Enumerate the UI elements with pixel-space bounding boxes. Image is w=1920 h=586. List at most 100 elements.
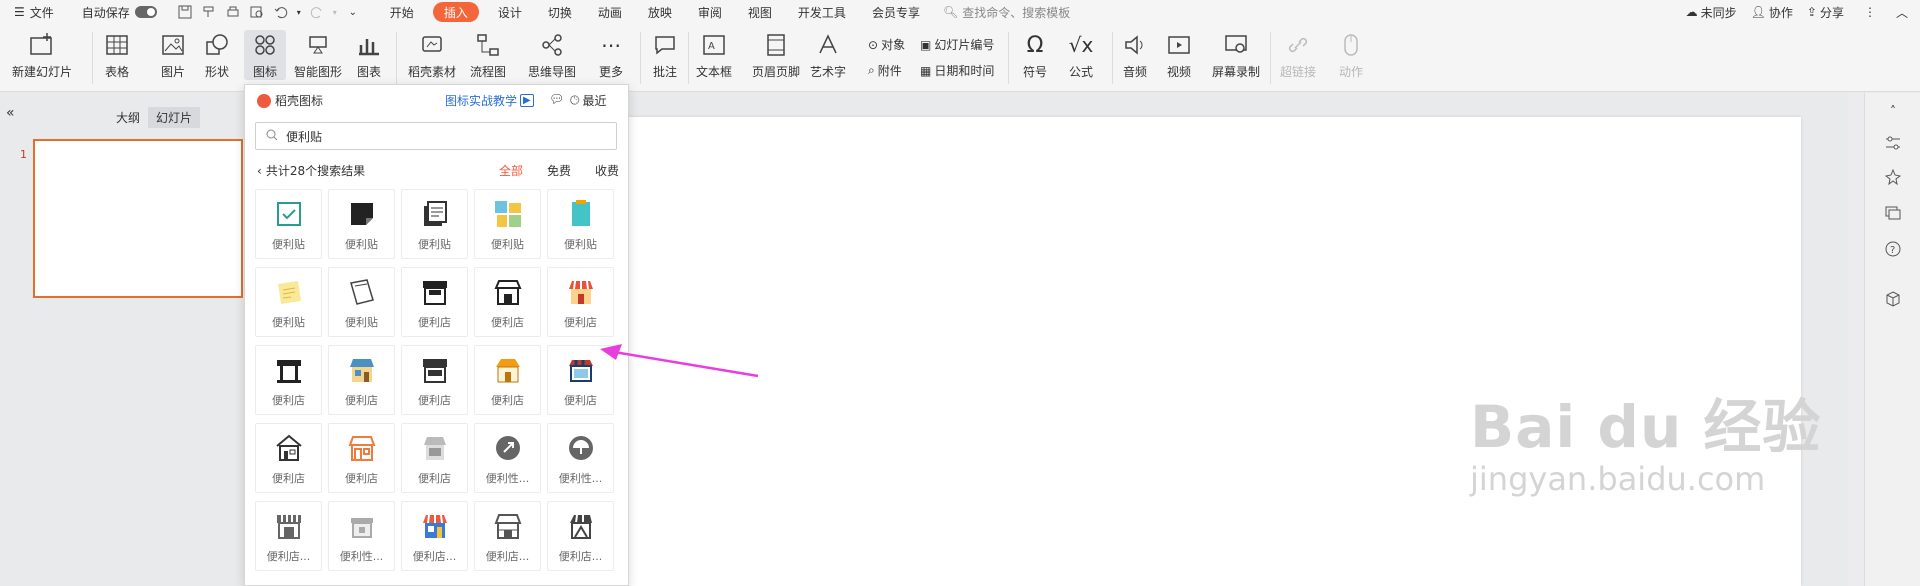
date-time-button[interactable]: ▦ 日期和时间 bbox=[920, 62, 994, 79]
action-button[interactable]: 动作 bbox=[1336, 30, 1366, 80]
screen-record-button[interactable]: 屏幕录制 bbox=[1212, 30, 1260, 80]
vertical-scrollbar[interactable] bbox=[1848, 93, 1864, 586]
video-button[interactable]: 视频 bbox=[1164, 30, 1194, 80]
icon-result-item[interactable]: 便利性... bbox=[328, 501, 395, 571]
command-search[interactable]: 🔍︎ 查找命令、搜索模板 bbox=[943, 0, 1070, 24]
save-icon[interactable] bbox=[175, 2, 195, 22]
more-button[interactable]: ⋯ 更多 bbox=[596, 30, 626, 80]
collapse-ribbon-icon[interactable]: ︿ bbox=[1896, 4, 1908, 21]
slide-canvas[interactable] bbox=[627, 117, 1801, 586]
smartart-button[interactable]: 智能图形 bbox=[294, 30, 342, 80]
icon-result-item[interactable]: 便利贴 bbox=[328, 267, 395, 337]
icon-result-item[interactable]: 便利店 bbox=[401, 345, 468, 415]
wordart-button[interactable]: 艺术字 bbox=[810, 30, 846, 80]
help-icon[interactable]: ? bbox=[1883, 239, 1903, 259]
file-menu[interactable]: ☰ 文件 bbox=[14, 0, 54, 24]
tab-design[interactable]: 设计 bbox=[485, 0, 535, 24]
icon-result-item[interactable]: 便利贴 bbox=[547, 189, 614, 259]
hyperlink-button[interactable]: 超链接 bbox=[1280, 30, 1316, 80]
symbol-button[interactable]: Ω 符号 bbox=[1020, 30, 1050, 80]
autosave-toggle[interactable]: 自动保存 bbox=[82, 0, 157, 24]
collapse-up-icon[interactable]: ˄ bbox=[1883, 101, 1903, 121]
filter-paid[interactable]: 收费 bbox=[595, 162, 619, 179]
undo-dropdown-icon[interactable]: ▾ bbox=[295, 2, 303, 22]
tab-insert[interactable]: 插入 bbox=[432, 2, 479, 22]
tab-transitions[interactable]: 切换 bbox=[535, 0, 585, 24]
icon-result-item[interactable]: 便利店 bbox=[255, 423, 322, 493]
table-button[interactable]: 表格 bbox=[102, 30, 132, 80]
tab-view[interactable]: 视图 bbox=[735, 0, 785, 24]
tab-slideshow[interactable]: 放映 bbox=[635, 0, 685, 24]
material-button[interactable]: 稻壳素材 bbox=[408, 30, 456, 80]
icon-result-item[interactable]: 便利店... bbox=[401, 501, 468, 571]
cube-icon[interactable] bbox=[1883, 289, 1903, 309]
icon-result-item[interactable]: 便利店... bbox=[474, 501, 541, 571]
shape-button[interactable]: 形状 bbox=[202, 30, 232, 80]
transition-icon[interactable] bbox=[1883, 203, 1903, 223]
tab-home[interactable]: 开始 bbox=[377, 0, 427, 24]
tab-developer[interactable]: 开发工具 bbox=[785, 0, 859, 24]
formula-button[interactable]: √x 公式 bbox=[1066, 30, 1096, 80]
slide-thumbnail[interactable] bbox=[33, 139, 243, 298]
picture-button[interactable]: 图片 bbox=[158, 30, 188, 80]
sync-status[interactable]: ☁ 未同步 bbox=[1686, 0, 1737, 24]
slide-number-button[interactable]: ▣ 幻灯片编号 bbox=[920, 36, 994, 53]
icon-result-item[interactable]: 便利店 bbox=[328, 345, 395, 415]
tab-outline[interactable]: 大纲 bbox=[108, 107, 148, 128]
icon-result-item[interactable]: 便利店 bbox=[328, 423, 395, 493]
recent-button[interactable]: 🕒︎ 最近 bbox=[570, 92, 607, 109]
icon-result-item[interactable]: 便利贴 bbox=[401, 189, 468, 259]
icon-result-item[interactable]: 便利店 bbox=[401, 423, 468, 493]
icon-result-item[interactable]: 便利店... bbox=[255, 501, 322, 571]
icon-search-box[interactable] bbox=[255, 122, 617, 150]
object-button[interactable]: ⊙ 对象 bbox=[868, 36, 905, 53]
properties-icon[interactable] bbox=[1883, 133, 1903, 153]
watermark-url: jingyan.baidu.com bbox=[1470, 460, 1766, 498]
header-footer-button[interactable]: 页眉页脚 bbox=[752, 30, 800, 80]
mindmap-button[interactable]: 思维导图 bbox=[528, 30, 576, 80]
icon-result-item[interactable]: 便利店 bbox=[474, 345, 541, 415]
icon-result-item[interactable]: 便利贴 bbox=[255, 267, 322, 337]
share-button[interactable]: ⇪ 分享 bbox=[1807, 0, 1844, 24]
icon-result-item[interactable]: 便利店 bbox=[547, 267, 614, 337]
icon-result-item[interactable]: 便利贴 bbox=[255, 189, 322, 259]
more-menu-icon[interactable]: ⋮ bbox=[1864, 5, 1876, 19]
new-slide-button[interactable]: 新建幻灯片 bbox=[12, 30, 72, 80]
audio-button[interactable]: 音频 bbox=[1120, 30, 1150, 80]
undo-icon[interactable] bbox=[271, 2, 291, 22]
icon-result-item[interactable]: 便利性... bbox=[547, 423, 614, 493]
icon-result-item[interactable]: 便利店 bbox=[255, 345, 322, 415]
textbox-button[interactable]: A 文本框 bbox=[696, 30, 732, 80]
icon-result-item[interactable]: 便利店 bbox=[474, 267, 541, 337]
icon-result-item[interactable]: 便利贴 bbox=[328, 189, 395, 259]
icon-result-item[interactable]: 便利性... bbox=[474, 423, 541, 493]
chart-button[interactable]: 图表 bbox=[354, 30, 384, 80]
icon-search-input[interactable] bbox=[286, 129, 586, 143]
tutorial-link[interactable]: 图标实战教学 ▶ bbox=[445, 92, 534, 109]
chat-icon[interactable]: 💬︎ bbox=[549, 92, 564, 106]
customize-toolbar-icon[interactable]: ⌄ bbox=[343, 2, 363, 22]
icon-button[interactable]: 图标 bbox=[244, 30, 286, 80]
print-preview-icon[interactable] bbox=[247, 2, 267, 22]
icon-result-item[interactable]: 便利店... bbox=[547, 501, 614, 571]
print-icon[interactable] bbox=[223, 2, 243, 22]
icon-result-item[interactable]: 便利贴 bbox=[474, 189, 541, 259]
animation-icon[interactable] bbox=[1883, 167, 1903, 187]
collapse-pane-icon[interactable]: « bbox=[6, 105, 15, 121]
icon-result-item[interactable]: 便利店 bbox=[401, 267, 468, 337]
format-painter-icon[interactable] bbox=[199, 2, 219, 22]
filter-free[interactable]: 免费 bbox=[547, 162, 571, 179]
redo-dropdown-icon[interactable]: ▾ bbox=[331, 2, 339, 22]
tab-member[interactable]: 会员专享 bbox=[859, 0, 933, 24]
comment-button[interactable]: 批注 bbox=[650, 30, 680, 80]
flowchart-button[interactable]: 流程图 bbox=[470, 30, 506, 80]
filter-all[interactable]: 全部 bbox=[499, 162, 523, 179]
back-to-results[interactable]: ‹ 共计28个搜索结果 bbox=[257, 162, 365, 179]
tab-review[interactable]: 审阅 bbox=[685, 0, 735, 24]
icon-result-name: 便利店 bbox=[345, 472, 378, 485]
attachment-button[interactable]: ⌕ 附件 bbox=[868, 62, 902, 79]
collab-button[interactable]: 👤︎ 协作 bbox=[1751, 0, 1793, 24]
tab-animations[interactable]: 动画 bbox=[585, 0, 635, 24]
redo-icon[interactable] bbox=[307, 2, 327, 22]
tab-slides[interactable]: 幻灯片 bbox=[148, 107, 201, 128]
